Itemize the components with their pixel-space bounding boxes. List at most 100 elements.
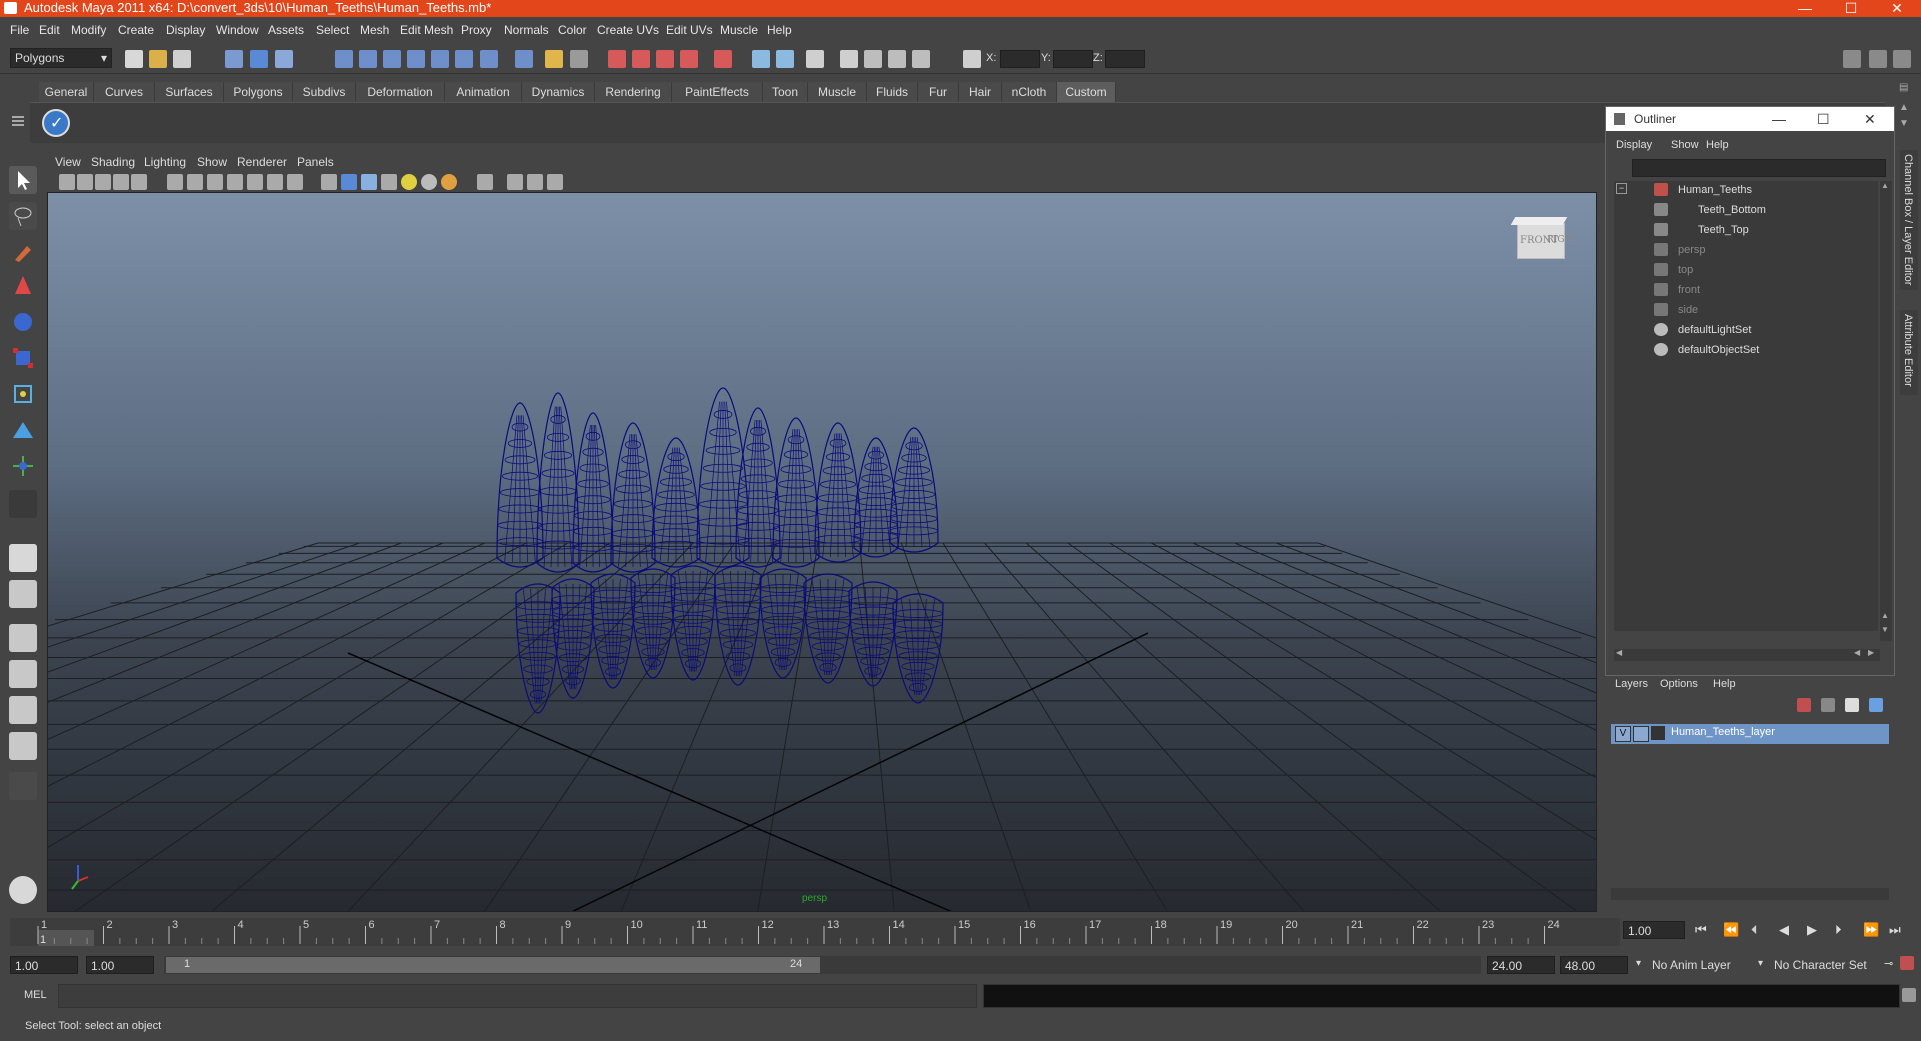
xray-icon[interactable] <box>507 174 523 190</box>
camera-attributes-icon[interactable] <box>77 174 93 190</box>
smooth-shade-icon[interactable] <box>341 174 357 190</box>
minimize-button[interactable]: — <box>1783 0 1827 17</box>
all-lights-icon[interactable] <box>421 174 437 190</box>
chevron-down-icon[interactable]: ▾ <box>1758 958 1763 969</box>
render-settings-icon[interactable] <box>656 50 674 68</box>
rotate-tool-icon[interactable] <box>9 308 37 336</box>
anim-layer-dropdown[interactable]: No Anim Layer <box>1648 956 1744 974</box>
help-icon[interactable] <box>515 50 533 68</box>
resolution-gate-icon[interactable] <box>207 174 223 190</box>
new-layer-icon[interactable] <box>1821 698 1835 712</box>
scene-end-field[interactable]: 48.00 <box>1560 956 1628 974</box>
step-forward-key-icon[interactable]: ⏵ <box>1835 922 1842 938</box>
menu-edit[interactable]: Edit <box>39 23 60 37</box>
move-up-layer-icon[interactable] <box>1845 698 1859 712</box>
menu-color[interactable]: Color <box>558 23 587 37</box>
scale-tool-icon[interactable] <box>9 344 37 372</box>
shelf-tab-general[interactable]: General <box>39 82 94 102</box>
shelf-tab-muscle[interactable]: Muscle <box>808 82 867 102</box>
viewcube[interactable]: FRONT RIGHT <box>1510 217 1578 269</box>
hypershade-icon[interactable] <box>680 50 698 68</box>
outliner-search-field[interactable] <box>1632 159 1886 177</box>
shelf-tab-polygons[interactable]: Polygons <box>224 82 293 102</box>
layout-options-icon[interactable] <box>9 772 37 800</box>
menu-edit-mesh[interactable]: Edit Mesh <box>400 23 453 37</box>
default-lighting-icon[interactable] <box>401 174 417 190</box>
menu-muscle[interactable]: Muscle <box>720 23 758 37</box>
shelf-tab-dynamics[interactable]: Dynamics <box>522 82 595 102</box>
viewport-menu-panels[interactable]: Panels <box>297 155 334 169</box>
select-highlight-icon[interactable] <box>570 50 588 68</box>
gate-mask-icon[interactable] <box>227 174 243 190</box>
play-backwards-icon[interactable]: ◀ <box>1779 922 1789 938</box>
new-layer-selected-icon[interactable] <box>1797 698 1811 712</box>
safe-title-icon[interactable] <box>287 174 303 190</box>
go-to-start-icon[interactable]: ⏮ <box>1695 922 1707 938</box>
select-by-hierarchy-icon[interactable] <box>225 50 243 68</box>
playback-end-field[interactable]: 24.00 <box>1487 956 1555 974</box>
construction-history-icon[interactable] <box>480 50 498 68</box>
shelf-tab-custom[interactable]: Custom <box>1057 82 1116 102</box>
shelf-tab-fur[interactable]: Fur <box>918 82 959 102</box>
menu-help[interactable]: Help <box>767 23 792 37</box>
outliner-menu-show[interactable]: Show <box>1671 139 1699 151</box>
layer-visibility-toggle[interactable]: V <box>1615 726 1631 742</box>
toggle-toolsettings-icon[interactable] <box>1869 50 1887 68</box>
layout-outliner-persp-icon[interactable] <box>9 624 37 652</box>
viewport-menu-lighting[interactable]: Lighting <box>144 155 186 169</box>
chevron-down-icon[interactable]: ▾ <box>1636 958 1641 969</box>
isolate-select-icon[interactable] <box>477 174 493 190</box>
transform-input-icon[interactable] <box>963 50 981 68</box>
shelf-tab-subdivs[interactable]: Subdivs <box>293 82 356 102</box>
select-by-component-icon[interactable] <box>275 50 293 68</box>
current-time-marker[interactable] <box>38 930 94 946</box>
menu-mesh[interactable]: Mesh <box>360 23 389 37</box>
layout-persp-graph-icon[interactable] <box>9 732 37 760</box>
shelf-tab-rendering[interactable]: Rendering <box>595 82 672 102</box>
outliner-hscrollbar[interactable]: ◀ ◀ ▶ <box>1614 648 1880 661</box>
animation-preferences-icon[interactable] <box>1900 956 1914 970</box>
layer-type-toggle[interactable] <box>1633 726 1649 742</box>
playback-start-field[interactable]: 1.00 <box>86 956 154 974</box>
auto-key-icon[interactable]: ⊸ <box>1884 957 1893 970</box>
xray-joints-icon[interactable] <box>527 174 543 190</box>
menu-file[interactable]: File <box>10 23 29 37</box>
snap-point-icon[interactable] <box>383 50 401 68</box>
outliner-menu-display[interactable]: Display <box>1616 139 1652 151</box>
layer-menu-options[interactable]: Options <box>1660 678 1698 690</box>
image-plane-icon[interactable] <box>113 174 129 190</box>
two-d-pan-icon[interactable] <box>131 174 147 190</box>
lock-icon[interactable] <box>545 50 563 68</box>
input-output-icon[interactable] <box>806 50 824 68</box>
open-scene-icon[interactable] <box>149 50 167 68</box>
layer-hscrollbar[interactable] <box>1611 888 1889 900</box>
render-view-icon[interactable] <box>714 50 732 68</box>
soft-modification-icon[interactable] <box>9 416 37 444</box>
shelf-tab-surfaces[interactable]: Surfaces <box>155 82 224 102</box>
field-chart-icon[interactable] <box>247 174 263 190</box>
menu-normals[interactable]: Normals <box>504 23 549 37</box>
paint-select-tool-icon[interactable] <box>9 238 37 266</box>
channel-box-icon[interactable] <box>888 50 906 68</box>
step-back-key-icon[interactable]: ⏴ <box>1751 922 1758 938</box>
save-scene-icon[interactable] <box>173 50 191 68</box>
menu-select[interactable]: Select <box>316 23 349 37</box>
select-camera-icon[interactable] <box>59 174 75 190</box>
command-language-label[interactable]: MEL <box>24 989 47 1001</box>
tool-settings-icon[interactable] <box>864 50 882 68</box>
shelf-tab-fluids[interactable]: Fluids <box>867 82 918 102</box>
outliner-close-button[interactable]: ✕ <box>1864 107 1876 131</box>
show-manipulator-icon[interactable] <box>9 452 37 480</box>
range-slider-handle[interactable]: 1 24 <box>166 957 820 973</box>
layout-graph-persp-icon[interactable] <box>9 660 37 688</box>
layer-row-human-teeths[interactable]: V Human_Teeths_layer <box>1611 724 1889 744</box>
shelf-scroll[interactable]: ▤ ▲ ▼ <box>1896 82 1912 140</box>
menu-modify[interactable]: Modify <box>71 23 106 37</box>
sidebar-tab-attribute-editor[interactable]: Attribute Editor <box>1900 310 1918 395</box>
z-field[interactable] <box>1105 50 1145 68</box>
bookmark-icon[interactable] <box>95 174 111 190</box>
menu-create[interactable]: Create <box>118 23 154 37</box>
persp-viewport[interactable]: FRONT RIGHT persp <box>47 192 1597 912</box>
layer-menu-layers[interactable]: Layers <box>1615 678 1648 690</box>
step-back-frame-icon[interactable]: ⏪ <box>1723 922 1739 938</box>
